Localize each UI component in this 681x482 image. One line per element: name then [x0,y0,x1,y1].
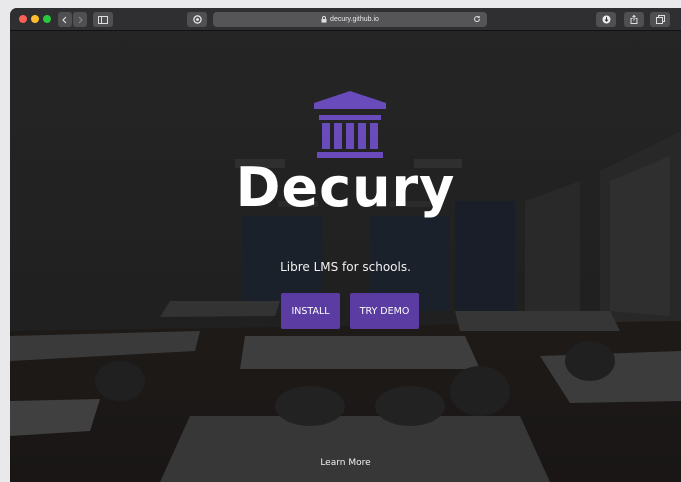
minimize-window-button[interactable] [31,15,39,23]
brand-title: Decury [235,156,456,219]
download-icon [602,15,610,24]
lock-icon [321,16,327,23]
share-button[interactable] [624,12,644,27]
address-url: decury.github.io [330,16,379,23]
shield-icon [192,15,202,24]
share-icon [630,15,638,24]
reload-button[interactable] [473,15,481,25]
reload-icon [474,16,481,23]
try-demo-button[interactable]: TRY DEMO [350,293,419,329]
forward-button[interactable] [73,12,87,27]
browser-toolbar: decury.github.io [10,8,681,31]
address-bar[interactable]: decury.github.io [213,12,487,27]
close-window-button[interactable] [19,15,27,23]
hero-section: Decury Libre LMS for schools. INSTALL TR… [10,31,681,482]
learn-more-link[interactable]: Learn More [10,458,681,468]
downloads-button[interactable] [596,12,616,27]
install-button[interactable]: INSTALL [281,293,340,329]
chevron-left-icon [62,16,67,23]
temple-icon [314,91,386,158]
web-page: Decury Libre LMS for schools. INSTALL TR… [10,31,681,482]
tab-overview-button[interactable] [650,12,670,27]
browser-window: decury.github.io Decury Libre LMS for sc… [10,8,681,482]
chevron-right-icon [78,16,83,23]
sidebar-toggle-button[interactable] [93,12,113,27]
back-button[interactable] [58,12,72,27]
tabs-icon [655,15,665,24]
privacy-report-button[interactable] [187,12,207,27]
zoom-window-button[interactable] [43,15,51,23]
tagline: Libre LMS for schools. [280,260,411,274]
sidebar-icon [98,15,108,24]
